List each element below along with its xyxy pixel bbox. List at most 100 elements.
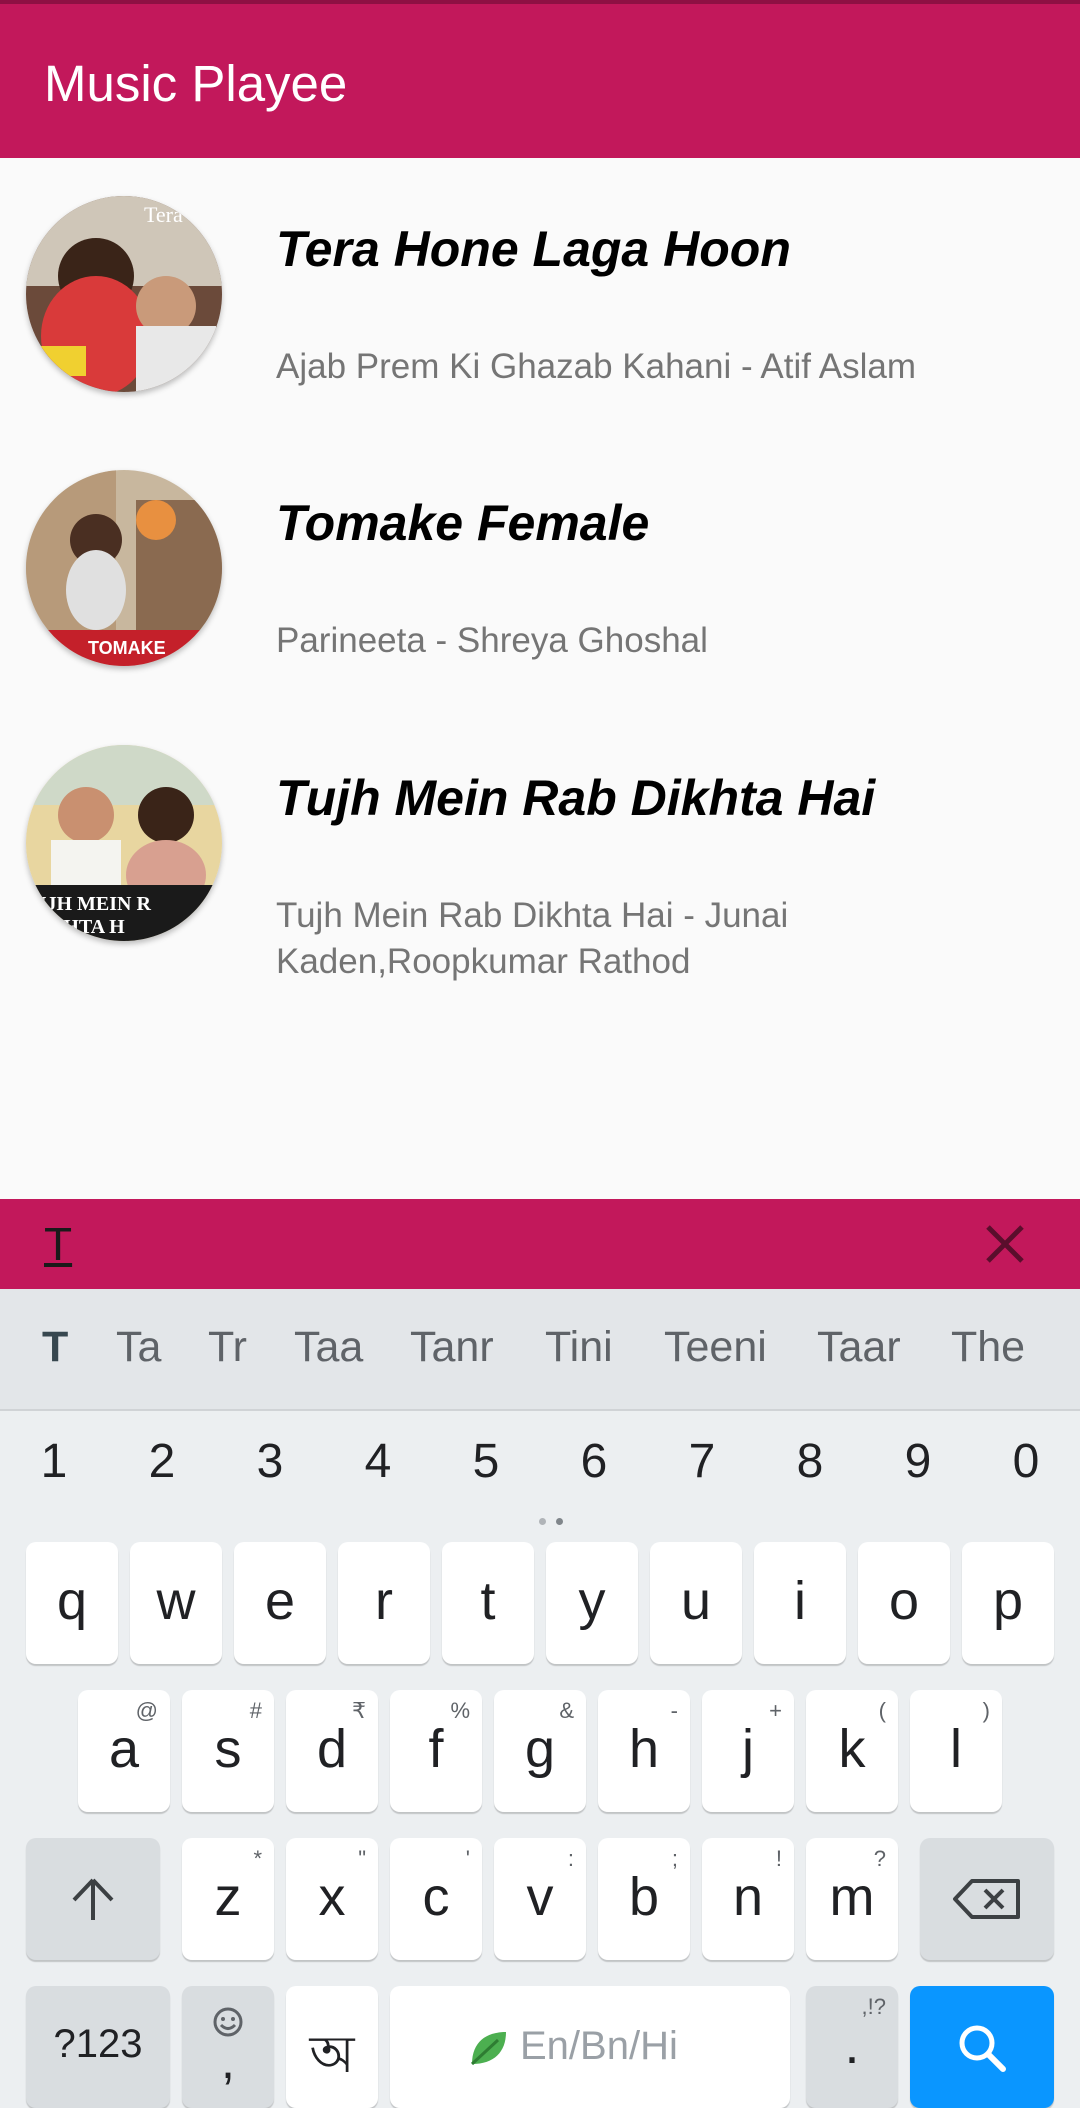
search-input[interactable]: T (44, 1217, 72, 1271)
key-label: En/Bn/Hi (520, 2024, 678, 2068)
song-subtitle: Tujh Mein Rab Dikhta Hai - Junai Kaden,R… (276, 896, 789, 981)
key-p[interactable]: p (962, 1542, 1054, 1664)
key-label: o (888, 1571, 920, 1631)
key-j[interactable]: + j (702, 1690, 794, 1812)
key-n[interactable]: ! n (702, 1838, 794, 1960)
key-x[interactable]: " x (286, 1838, 378, 1960)
key-6[interactable]: 6 (564, 1434, 624, 1489)
key-label: t (480, 1571, 496, 1631)
app-title: Music Playee (44, 55, 348, 112)
key-0[interactable]: 0 (996, 1434, 1056, 1489)
key-e[interactable]: e (234, 1542, 326, 1664)
suggestion-strip: T Ta Tr Taa Tanr Tini Teeni Taar The (0, 1289, 1080, 1411)
suggestion-item[interactable]: Taa (294, 1323, 363, 1372)
key-8[interactable]: 8 (780, 1434, 840, 1489)
key-a[interactable]: @ a (78, 1690, 170, 1812)
key-s[interactable]: # s (182, 1690, 274, 1812)
key-3[interactable]: 3 (240, 1434, 300, 1489)
backspace-icon (953, 1879, 1020, 1919)
key-k[interactable]: (k (806, 1690, 898, 1812)
album-art: Tera (26, 196, 222, 392)
key-label: ?123 (53, 2022, 143, 2066)
key-f[interactable]: % f (390, 1690, 482, 1812)
key-d[interactable]: ₹ d (286, 1690, 378, 1812)
song-item-tera-hone-laga-hoon[interactable]: Tera Tera Hone Laga Hoon Ajab Prem Ki Gh… (0, 158, 1080, 428)
song-title: Tera Hone Laga Hoon (276, 221, 791, 277)
suggestion-item[interactable]: Tr (208, 1323, 247, 1372)
svg-text:UJH MEIN R: UJH MEIN R (32, 893, 151, 915)
key-label: l (950, 1719, 962, 1779)
key-label: g (524, 1719, 556, 1779)
song-title: Tomake Female (276, 495, 650, 551)
key-label: e (264, 1571, 296, 1631)
suggestion-item[interactable]: Tini (545, 1323, 613, 1372)
key-9[interactable]: 9 (888, 1434, 948, 1489)
key-v[interactable]: :v (494, 1838, 586, 1960)
suggestion-item[interactable]: Tanr (410, 1323, 494, 1372)
key-label: c (422, 1867, 450, 1927)
suggestion-item[interactable]: The (951, 1323, 1025, 1372)
key-c[interactable]: ' c (390, 1838, 482, 1960)
suggestion-item[interactable]: T (42, 1323, 68, 1372)
key-l[interactable]: ) l (910, 1690, 1002, 1812)
key-4[interactable]: 4 (348, 1434, 408, 1489)
space-key[interactable]: En/Bn/Hi (390, 1986, 790, 2108)
key-r[interactable]: r (338, 1542, 430, 1664)
key-g[interactable]: & g (494, 1690, 586, 1812)
key-u[interactable]: u (650, 1542, 742, 1664)
shift-icon (72, 1878, 114, 1920)
key-label: m (829, 1867, 875, 1927)
key-label: r (375, 1571, 393, 1631)
song-item-tujh-mein-rab-dikhta-hai[interactable]: UJH MEIN R IKHTA H Tujh Mein Rab Dikhta … (0, 707, 1080, 981)
key-1[interactable]: 1 (24, 1434, 84, 1489)
key-label: a (108, 1719, 140, 1779)
key-label: h (628, 1719, 660, 1779)
key-label: s (214, 1719, 242, 1779)
key-label: f (428, 1719, 444, 1779)
key-b[interactable]: ; b (598, 1838, 690, 1960)
key-label: v (526, 1867, 554, 1927)
suggestion-item[interactable]: Ta (116, 1323, 161, 1372)
key-label: , (221, 2033, 235, 2089)
close-icon[interactable] (980, 1219, 1030, 1269)
key-2[interactable]: 2 (132, 1434, 192, 1489)
key-t[interactable]: t (442, 1542, 534, 1664)
symbols-key[interactable]: ?123 (26, 1986, 170, 2108)
key-q[interactable]: q (26, 1542, 118, 1664)
key-label: y (578, 1571, 606, 1631)
suggestion-item[interactable]: Teeni (664, 1323, 767, 1372)
key-5[interactable]: 5 (456, 1434, 516, 1489)
key-label: d (316, 1719, 348, 1779)
backspace-key[interactable] (920, 1838, 1054, 1960)
key-label: q (56, 1571, 88, 1631)
song-title: Tujh Mein Rab Dikhta Hai (276, 770, 876, 826)
key-label: b (628, 1867, 660, 1927)
song-subtitle: Parineeta - Shreya Ghoshal (276, 621, 708, 660)
comma-emoji-key[interactable]: , (182, 1986, 274, 2108)
suggestion-item[interactable]: Taar (817, 1323, 901, 1372)
period-key[interactable]: ,!? . (806, 1986, 898, 2108)
key-z[interactable]: * z (182, 1838, 274, 1960)
key-o[interactable]: o (858, 1542, 950, 1664)
language-key[interactable]: অ (286, 1986, 378, 2108)
app-bar: Music Playee (0, 0, 1080, 158)
key-m[interactable]: ? m (806, 1838, 898, 1960)
keyboard: T Ta Tr Taa Tanr Tini Teeni Taar The 1 2… (0, 1289, 1080, 2108)
svg-text:Tera: Tera (144, 202, 183, 227)
key-w[interactable]: w (130, 1542, 222, 1664)
key-h[interactable]: -h (598, 1690, 690, 1812)
key-label: . (844, 2015, 860, 2075)
shift-key[interactable] (26, 1838, 160, 1960)
key-7[interactable]: 7 (672, 1434, 732, 1489)
page-indicator (534, 1512, 568, 1530)
song-item-tomake-female[interactable]: TOMAKE Tomake Female Parineeta - Shreya … (0, 432, 1080, 702)
search-icon (959, 2025, 1006, 2072)
key-y[interactable]: y (546, 1542, 638, 1664)
album-art: TOMAKE (26, 470, 222, 666)
svg-text:IKHTA H: IKHTA H (40, 916, 125, 938)
search-key[interactable] (910, 1986, 1054, 2108)
key-label: j (742, 1719, 754, 1779)
key-i[interactable]: i (754, 1542, 846, 1664)
key-label: z (214, 1867, 242, 1927)
album-art: UJH MEIN R IKHTA H (26, 745, 222, 941)
